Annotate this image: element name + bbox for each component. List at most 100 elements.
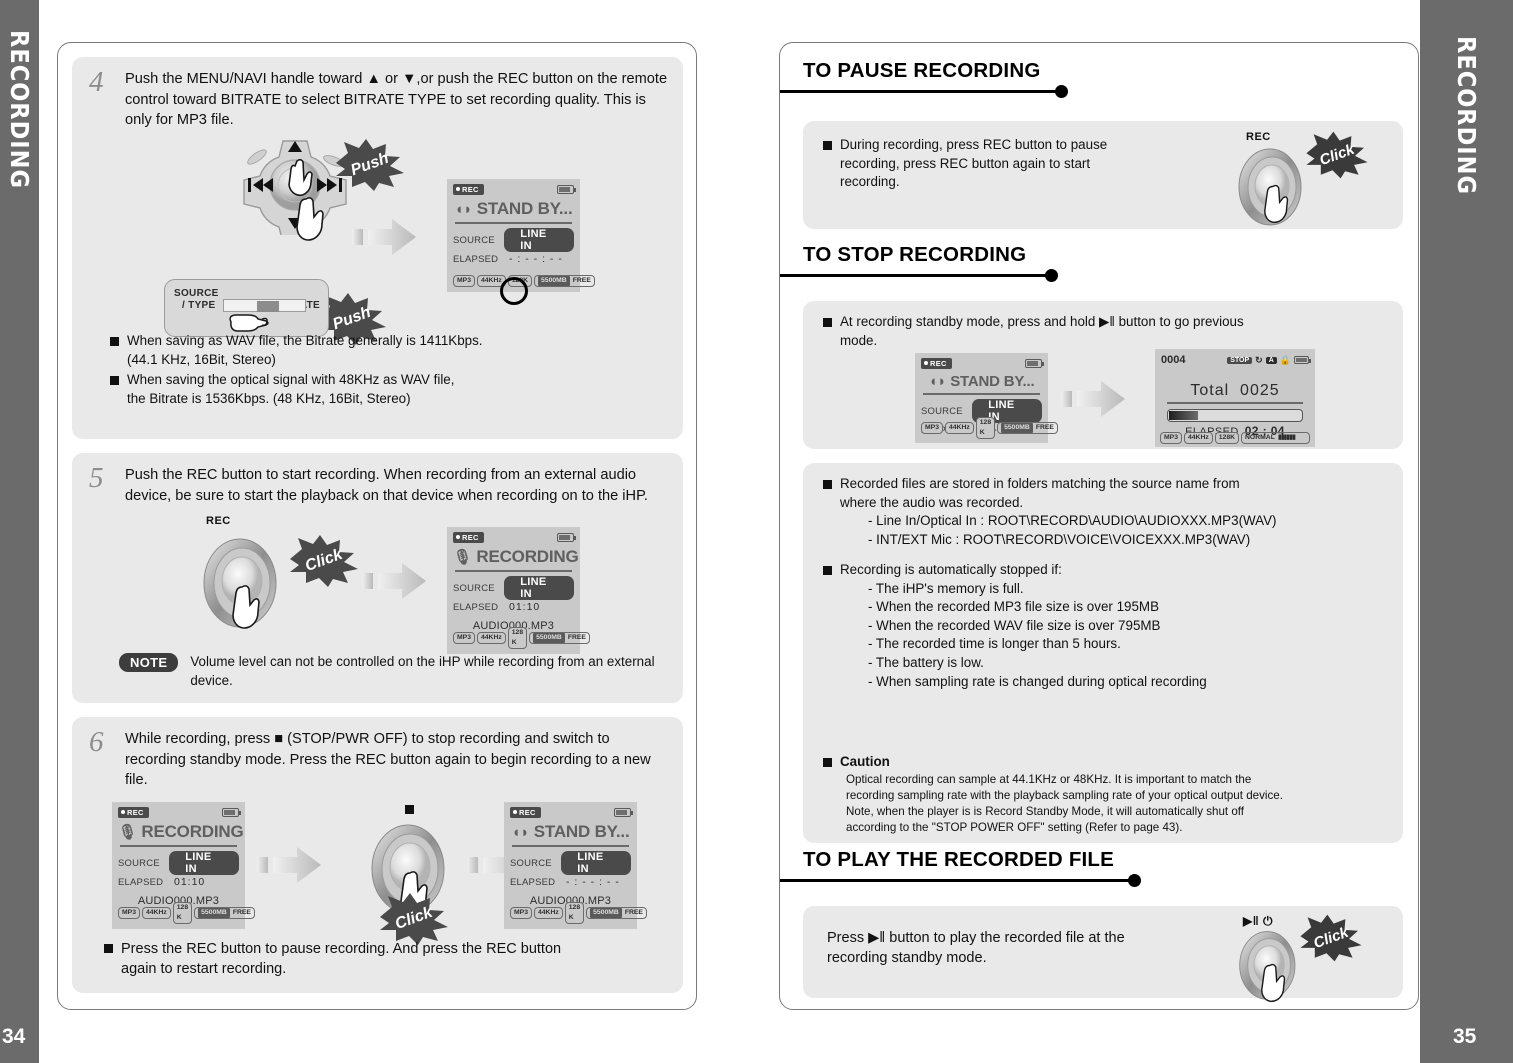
- step-4-block: 4 Push the MENU/NAVI handle toward ▲ or …: [72, 57, 683, 439]
- note-badge: NOTE: [119, 653, 179, 672]
- stop-bullet: At recording standby mode, press and hol…: [823, 313, 1383, 350]
- lcd-total-row: Total 0025: [1190, 382, 1280, 399]
- step-4-number: 4: [89, 66, 104, 98]
- bullet-square-icon: [110, 376, 119, 386]
- caution-title: Caution: [840, 754, 890, 769]
- bullet-square-icon: [110, 337, 119, 346]
- stop-square-icon: [405, 805, 414, 814]
- lcd-recording-step5: REC 🎙 RECORDING SOURCE LINE IN ELAPSED 0…: [447, 527, 590, 654]
- bullet-square-icon: [823, 480, 832, 489]
- side-tab-right: RECORDING 35: [1420, 0, 1513, 1063]
- lcd-title: ◖◗ STAND BY...: [454, 199, 573, 218]
- lcd-title: ◖◗ STAND BY...: [511, 822, 630, 841]
- play-line-1: Press ▶‖ button to play the recorded fil…: [827, 930, 1125, 946]
- info-bullet-2: Recording is automatically stopped if: -…: [823, 561, 1383, 691]
- lcd-rec-badge: REC: [453, 184, 484, 195]
- side-tab-left-label: RECORDING: [5, 30, 34, 189]
- lcd-elapsed-label: ELAPSED: [118, 876, 164, 888]
- lcd-tag-format: MP3: [453, 632, 475, 644]
- lcd-memory-free: FREE: [232, 909, 251, 916]
- step-5-number: 5: [89, 462, 104, 494]
- step4-bullet-2: When saving the optical signal with 48KH…: [110, 371, 670, 408]
- battery-icon: [557, 185, 576, 194]
- recording-info-block: Recorded files are stored in folders mat…: [803, 463, 1403, 843]
- lcd-memory-free: FREE: [572, 277, 591, 284]
- hand-cursor-icon-pause: [1264, 184, 1289, 224]
- lcd-track-number: 0004: [1161, 354, 1186, 366]
- step-5-block: 5 Push the REC button to start recording…: [72, 453, 683, 703]
- lcd-memory-free: FREE: [624, 909, 643, 916]
- section-stop-recording: TO STOP RECORDING: [780, 243, 1420, 282]
- lcd-standby-stop: REC ◖◗ STAND BY... SOURCE LINE IN ELAPSE…: [915, 353, 1058, 443]
- lcd-memory-free: FREE: [567, 634, 586, 641]
- section-pause-recording: TO PAUSE RECORDING: [780, 59, 1420, 98]
- pause-recording-block: During recording, press REC button to pa…: [803, 121, 1403, 229]
- rec-button-step5[interactable]: REC: [194, 515, 294, 631]
- hand-cursor-icon-up: [288, 158, 313, 197]
- lcd-tag-bitrate: 128 K: [507, 627, 528, 649]
- lcd-tag-bitrate: 128 K: [172, 902, 193, 924]
- lcd-elapsed-value: 01:10: [174, 876, 206, 888]
- lcd-tag-samplerate: 44KHz: [476, 632, 506, 644]
- info-bullet-1: Recorded files are stored in folders mat…: [823, 475, 1383, 549]
- side-tab-right-label: RECORDING: [1452, 36, 1481, 195]
- lcd-tag-format: MP3: [1160, 432, 1182, 444]
- lcd-progress-bar: [1167, 409, 1303, 422]
- step-6-text: While recording, press ■ (STOP/PWR OFF) …: [125, 731, 651, 788]
- lcd-source-value: LINE IN: [561, 851, 631, 875]
- bullet-square-icon: [823, 758, 832, 767]
- lcd-mode-a: A: [1265, 356, 1277, 364]
- lcd-tag-bitrate: 128 K: [975, 417, 996, 439]
- lcd-source-label: SOURCE: [453, 234, 495, 246]
- lcd-title: 🎙 RECORDING: [118, 822, 244, 841]
- hand-cursor-icon-play: [1261, 963, 1286, 1003]
- lcd-source-label: SOURCE: [510, 857, 552, 869]
- hand-cursor-icon-rec5: [232, 585, 260, 629]
- section-rule-play: [780, 874, 1420, 887]
- bullet-square-icon: [823, 566, 832, 575]
- step-6-number: 6: [89, 726, 104, 758]
- step4-bullet-1: When saving as WAV file, the Bitrate gen…: [110, 332, 670, 369]
- flow-arrow-step4: [352, 219, 416, 255]
- note-text: Volume level can not be controlled on th…: [190, 654, 655, 688]
- section-heading-play: TO PLAY THE RECORDED FILE: [803, 848, 1115, 871]
- click-burst-step5: Click: [284, 535, 364, 587]
- lcd-memory-used: 5500MB: [198, 908, 230, 918]
- lcd-tag-format: MP3: [118, 907, 140, 919]
- right-page: TO PAUSE RECORDING During recording, pre…: [779, 42, 1419, 1010]
- battery-icon: [1025, 359, 1044, 368]
- lcd-rec-badge: REC: [510, 807, 541, 818]
- lcd-memory-bar: 5500MB FREE: [534, 275, 595, 287]
- lcd-stop-badge: STOP: [1227, 356, 1253, 364]
- lcd-memory-bar: 5500MB FREE: [529, 632, 590, 644]
- flow-arrow-step6-a: [257, 847, 321, 883]
- lcd-eq-bar: NORMAL ▮▮▮▮▮▮: [1241, 432, 1310, 444]
- lcd-eq-mode: NORMAL: [1245, 434, 1275, 441]
- step-6-block: 6 While recording, press ■ (STOP/PWR OFF…: [72, 717, 683, 993]
- lcd-memory-used: 5500MB: [533, 633, 565, 643]
- section-heading-pause: TO PAUSE RECORDING: [803, 59, 1041, 82]
- side-tab-left: RECORDING 34: [0, 0, 39, 1063]
- lcd-recording-step6: REC 🎙 RECORDING SOURCE LINE IN ELAPSED 0…: [112, 802, 255, 929]
- step-5-text: Push the REC button to start recording. …: [125, 467, 648, 504]
- lcd-tag-samplerate: 44KHz: [1183, 432, 1213, 444]
- lcd-rec-badge: REC: [921, 358, 952, 369]
- lcd-memory-used: 5500MB: [1001, 423, 1033, 433]
- lcd-elapsed-label: ELAPSED: [453, 601, 499, 613]
- lcd-memory-bar: 5500MB FREE: [997, 422, 1058, 434]
- step6-bullet-1: Press the REC button to pause recording.…: [104, 939, 664, 979]
- section-heading-stop: TO STOP RECORDING: [803, 243, 1027, 266]
- pause-bullet: During recording, press REC button to pa…: [823, 136, 1223, 192]
- lcd-standby-step6: REC ◖◗ STAND BY... SOURCE LINE IN ELAPSE…: [504, 802, 647, 929]
- lock-icon: 🔒: [1279, 354, 1291, 365]
- rec-button-label: REC: [1246, 131, 1271, 143]
- info-bullet-caution: Caution Optical recording can sample at …: [823, 753, 1383, 836]
- lcd-memory-free: FREE: [1035, 424, 1054, 431]
- lcd-rec-badge: REC: [118, 807, 149, 818]
- lcd-tag-samplerate: 44KHz: [141, 907, 171, 919]
- lcd-memory-bar: 5500MB FREE: [586, 907, 647, 919]
- click-burst-step6: Click: [374, 893, 454, 945]
- manual-page-spread: RECORDING 34 RECORDING 35 4 Push the MEN…: [0, 0, 1513, 1063]
- bullet-square-icon: [823, 141, 832, 150]
- play-recorded-block: Press ▶‖ button to play the recorded fil…: [803, 906, 1403, 1003]
